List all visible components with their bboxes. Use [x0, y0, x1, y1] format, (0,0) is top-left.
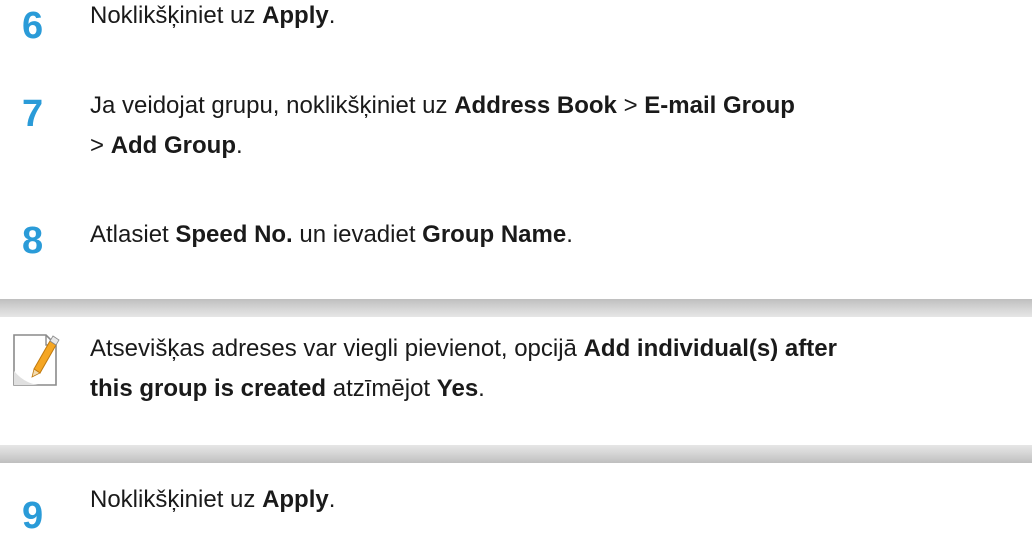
note-bottom-divider	[0, 445, 1032, 463]
step-instruction: Noklikšķiniet uz Apply.	[90, 480, 1032, 520]
step-instruction: Ja veidojat grupu, noklikšķiniet uz Addr…	[90, 86, 1032, 166]
text-segment: .	[478, 375, 485, 402]
ui-term: Apply	[262, 486, 329, 513]
ui-term: Add Group	[110, 132, 236, 159]
note-line: Atsevišķas adreses var viegli pievienot,…	[90, 329, 1030, 369]
ui-term: Address Book	[454, 92, 617, 119]
instruction-line: Ja veidojat grupu, noklikšķiniet uz Addr…	[90, 86, 1032, 126]
step-instruction: Atlasiet Speed No. un ievadiet Group Nam…	[90, 215, 1032, 255]
ui-term: Add individual(s) after	[583, 335, 837, 362]
step-number: 7	[22, 93, 44, 135]
instruction-line: > Add Group.	[90, 126, 1032, 166]
text-segment: .	[328, 486, 336, 513]
text-segment: Noklikšķiniet uz	[90, 2, 263, 29]
text-segment: .	[566, 221, 573, 248]
ui-term: Yes	[436, 375, 479, 402]
text-segment: Atlasiet	[90, 221, 176, 248]
step-number: 6	[22, 5, 44, 47]
note-text: Atsevišķas adreses var viegli pievienot,…	[90, 329, 1030, 409]
text-segment: Ja veidojat grupu, noklikšķiniet uz	[90, 92, 455, 119]
ui-term: Apply	[262, 2, 329, 29]
text-segment: .	[236, 132, 243, 159]
text-segment: Noklikšķiniet uz	[90, 486, 263, 513]
ui-term: Group Name	[422, 221, 567, 248]
ui-term: this group is created	[90, 375, 327, 402]
text-segment: .	[328, 2, 336, 29]
note-pencil-icon	[10, 331, 62, 389]
ui-term: E-mail Group	[644, 92, 795, 119]
text-segment: >	[616, 92, 645, 119]
ui-term: Speed No.	[175, 221, 293, 248]
note-top-divider	[0, 299, 1032, 317]
step-instruction: Noklikšķiniet uz Apply.	[90, 0, 1032, 36]
text-segment: atzīmējot	[326, 375, 437, 402]
text-segment: Atsevišķas adreses var viegli pievienot,…	[90, 335, 584, 362]
note-box: Atsevišķas adreses var viegli pievienot,…	[0, 299, 1032, 463]
text-segment: >	[90, 132, 111, 159]
note-line: this group is created atzīmējot Yes.	[90, 369, 1030, 409]
text-segment: un ievadiet	[292, 221, 423, 248]
step-number: 8	[22, 220, 44, 262]
step-number: 9	[22, 495, 44, 537]
